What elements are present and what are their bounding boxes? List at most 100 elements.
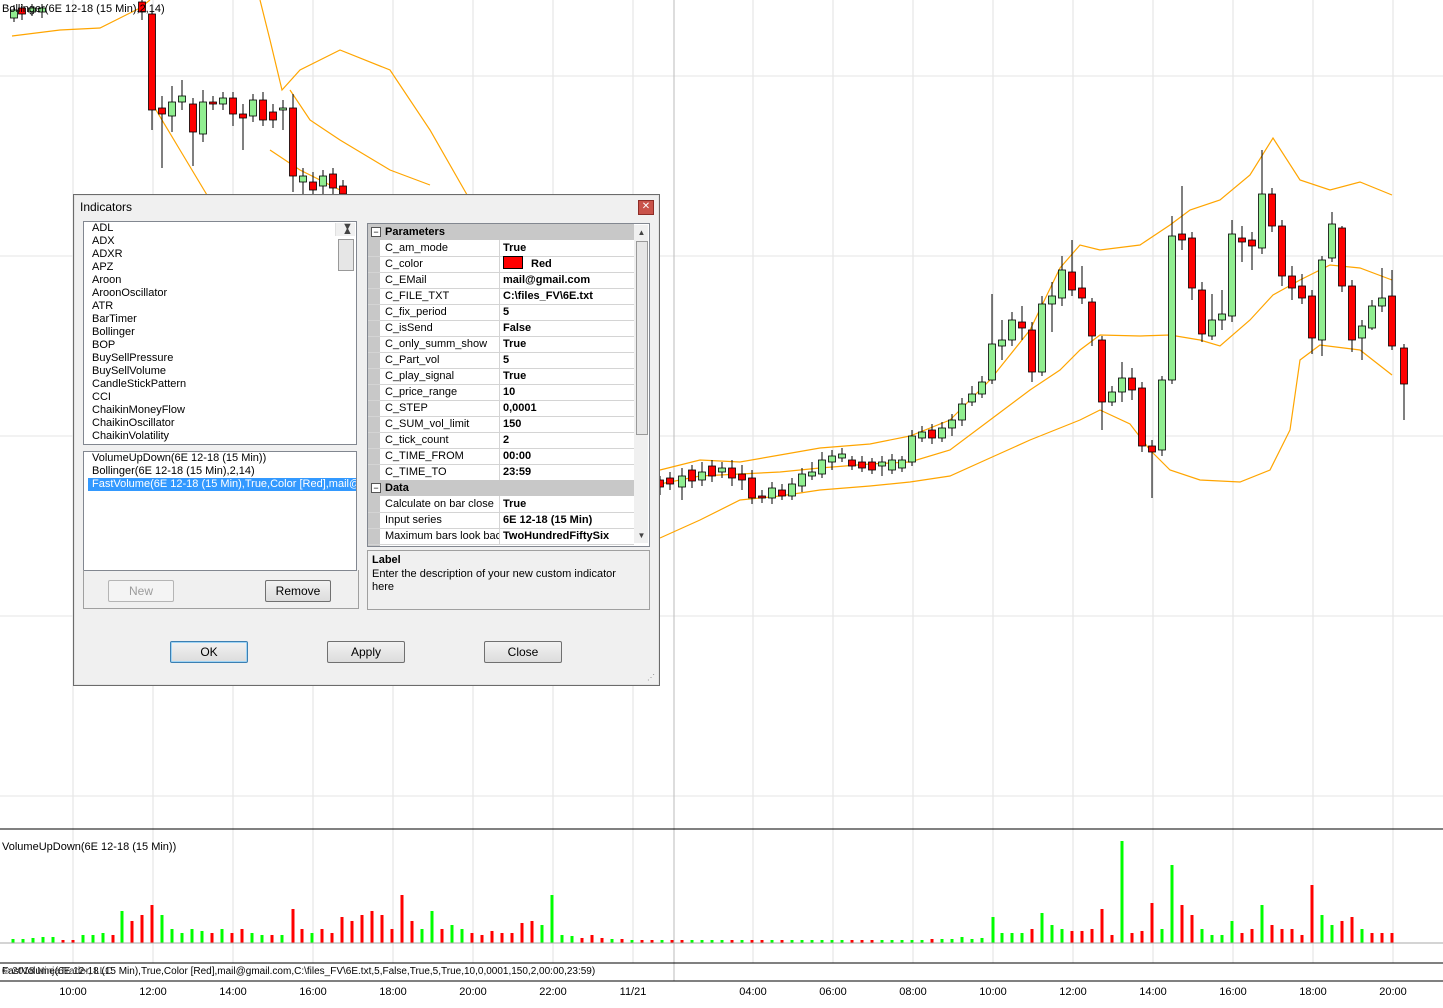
volume-bar bbox=[1200, 929, 1204, 943]
property-value[interactable]: 6E 12-18 (15 Min) bbox=[503, 512, 592, 528]
close-button[interactable]: Close bbox=[484, 641, 562, 663]
grid-row[interactable]: C_color Red bbox=[368, 256, 634, 273]
applied-indicators-list[interactable]: VolumeUpDown(6E 12-18 (15 Min)) Bollinger… bbox=[83, 451, 357, 571]
list-item[interactable]: ChaikinVolatility bbox=[88, 430, 356, 443]
property-name: C_TIME_TO bbox=[385, 464, 500, 480]
grid-row[interactable]: C_tick_count 2 bbox=[368, 432, 634, 449]
ok-button[interactable]: OK bbox=[170, 641, 248, 663]
list-item[interactable]: ADXR bbox=[88, 248, 356, 261]
property-value[interactable]: 0,0001 bbox=[503, 400, 537, 416]
volume-bar bbox=[1130, 933, 1134, 943]
grid-row[interactable]: Calculate on bar close True bbox=[368, 496, 634, 513]
property-value[interactable]: True bbox=[503, 496, 526, 512]
property-value[interactable]: True bbox=[503, 368, 526, 384]
property-value[interactable]: 5 bbox=[503, 304, 509, 320]
volume-bar bbox=[1100, 909, 1104, 943]
volume-bar bbox=[1340, 921, 1344, 943]
property-value[interactable]: True bbox=[503, 336, 526, 352]
list-item[interactable]: ADL bbox=[88, 222, 356, 235]
grid-category[interactable]: − Parameters bbox=[368, 224, 634, 240]
volume-bar bbox=[1010, 933, 1014, 943]
grid-row[interactable]: C_SUM_vol_limit 150 bbox=[368, 416, 634, 433]
available-indicators-list[interactable]: ADL ADX ADXR APZ Aroon AroonOscillator ATR BarT… bbox=[83, 221, 357, 445]
property-value[interactable]: True bbox=[503, 240, 526, 256]
list-item[interactable]: BuySellPressure bbox=[88, 352, 356, 365]
scroll-up-icon[interactable]: ▲ bbox=[636, 227, 647, 238]
list-item[interactable]: CandleStickPattern bbox=[88, 378, 356, 391]
grid-row[interactable]: C_STEP 0,0001 bbox=[368, 400, 634, 417]
list-item[interactable]: ATR bbox=[88, 300, 356, 313]
candle bbox=[1348, 285, 1356, 341]
list-item[interactable]: AroonOscillator bbox=[88, 287, 356, 300]
grid-row[interactable]: C_isSend False bbox=[368, 320, 634, 337]
collapse-icon[interactable]: − bbox=[371, 227, 381, 237]
property-value[interactable]: 10 bbox=[503, 384, 515, 400]
grid-row[interactable]: C_EMail mail@gmail.com bbox=[368, 272, 634, 289]
grid-row[interactable]: Maximum bars look back TwoHundredFiftySix bbox=[368, 528, 634, 545]
collapse-icon[interactable]: − bbox=[371, 483, 381, 493]
list-item[interactable]: VolumeUpDown(6E 12-18 (15 Min)) bbox=[88, 452, 356, 465]
grid-row[interactable]: C_fix_period 5 bbox=[368, 304, 634, 321]
list-item[interactable]: ChaikinOscillator bbox=[88, 417, 356, 430]
grid-row[interactable]: C_TIME_FROM 00:00 bbox=[368, 448, 634, 465]
property-value[interactable]: Red bbox=[503, 256, 552, 272]
remove-button[interactable]: Remove bbox=[265, 580, 331, 602]
volume-bar bbox=[291, 909, 295, 943]
scroll-thumb[interactable] bbox=[338, 239, 354, 271]
property-value[interactable]: TwoHundredFiftySix bbox=[503, 528, 609, 544]
candle bbox=[1118, 377, 1126, 393]
volume-bar bbox=[180, 933, 184, 943]
list-item[interactable]: Aroon bbox=[88, 274, 356, 287]
volume-bar bbox=[930, 939, 934, 943]
scroll-down-icon[interactable]: ▼ bbox=[338, 222, 353, 234]
grid-row[interactable]: C_Part_vol 5 bbox=[368, 352, 634, 369]
scrollbar[interactable]: ▲ ▼ bbox=[634, 225, 648, 543]
volume-bar bbox=[91, 935, 95, 943]
volume-bar bbox=[51, 937, 55, 943]
candle bbox=[1218, 313, 1226, 321]
list-item[interactable]: Bollinger bbox=[88, 326, 356, 339]
close-icon[interactable]: ✕ bbox=[638, 200, 654, 215]
apply-button[interactable]: Apply bbox=[327, 641, 405, 663]
property-value[interactable]: C:\files_FV\6E.txt bbox=[503, 288, 593, 304]
list-item[interactable]: BOP bbox=[88, 339, 356, 352]
new-button[interactable]: New bbox=[108, 580, 174, 602]
property-value[interactable]: 00:00 bbox=[503, 448, 531, 464]
volume-bar bbox=[1140, 931, 1144, 943]
grid-row[interactable]: C_only_summ_show True bbox=[368, 336, 634, 353]
resize-grip-icon[interactable]: ⋰ bbox=[647, 673, 657, 683]
volume-bar bbox=[1070, 931, 1074, 943]
property-value[interactable]: mail@gmail.com bbox=[503, 272, 590, 288]
time-tick-label: 11/21 bbox=[619, 986, 647, 998]
volume-bar bbox=[510, 933, 514, 943]
property-value[interactable]: 150 bbox=[503, 416, 521, 432]
volume-bar bbox=[991, 917, 995, 943]
volume-bar bbox=[310, 933, 314, 943]
volume-bar bbox=[1350, 917, 1354, 943]
list-item[interactable]: ADX bbox=[88, 235, 356, 248]
list-item[interactable]: ChaikinMoneyFlow bbox=[88, 404, 356, 417]
list-item[interactable]: APZ bbox=[88, 261, 356, 274]
grid-category[interactable]: − Data bbox=[368, 480, 634, 496]
list-item[interactable]: FastVolume(6E 12-18 (15 Min),True,Color … bbox=[88, 478, 356, 491]
list-item[interactable]: Bollinger(6E 12-18 (15 Min),2,14) bbox=[88, 465, 356, 478]
properties-grid[interactable]: − Parameters C_am_mode True C_color Red C_EMai… bbox=[367, 223, 650, 547]
scroll-thumb[interactable] bbox=[636, 241, 648, 435]
property-value[interactable]: False bbox=[503, 320, 531, 336]
scrollbar[interactable]: ▲ ▼ bbox=[335, 222, 355, 271]
list-item[interactable]: BuySellVolume bbox=[88, 365, 356, 378]
property-value[interactable]: 23:59 bbox=[503, 464, 531, 480]
grid-row[interactable]: C_TIME_TO 23:59 bbox=[368, 464, 634, 481]
property-value[interactable]: 2 bbox=[503, 432, 509, 448]
list-item[interactable]: BarTimer bbox=[88, 313, 356, 326]
list-item[interactable]: CCI bbox=[88, 391, 356, 404]
scroll-down-icon[interactable]: ▼ bbox=[636, 530, 647, 541]
property-value[interactable]: 5 bbox=[503, 352, 509, 368]
grid-row[interactable]: C_play_signal True bbox=[368, 368, 634, 385]
grid-row[interactable]: C_FILE_TXT C:\files_FV\6E.txt bbox=[368, 288, 634, 305]
volume-bar bbox=[540, 925, 544, 943]
grid-row[interactable]: Input series 6E 12-18 (15 Min) bbox=[368, 512, 634, 529]
grid-row[interactable]: C_am_mode True bbox=[368, 240, 634, 257]
grid-row[interactable]: C_price_range 10 bbox=[368, 384, 634, 401]
volume-bar bbox=[1110, 935, 1114, 943]
